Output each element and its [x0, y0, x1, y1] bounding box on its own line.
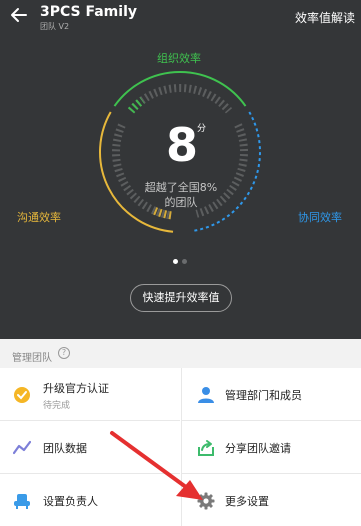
grid-item-members[interactable]: 管理部门和成员 [181, 368, 361, 421]
grid-item-label: 升级官方认证 [43, 382, 109, 395]
grid-item-certify[interactable]: 升级官方认证 待完成 [0, 368, 180, 421]
score-description: 超越了全国8%的团队 [144, 181, 218, 209]
org-track [127, 84, 233, 114]
grid-item-set-owner[interactable]: 设置负责人 [0, 474, 180, 526]
grid-item-label: 更多设置 [225, 495, 269, 508]
grid-item-label: 设置负责人 [43, 495, 98, 508]
efficiency-score: 8 [166, 118, 199, 172]
score-unit: 分 [197, 124, 207, 134]
page-dot [182, 259, 187, 264]
grid-item-label: 团队数据 [43, 442, 87, 455]
grid-item-label: 管理部门和成员 [225, 389, 302, 402]
coop-efficiency-label: 协同效率 [298, 211, 342, 224]
page-indicator [173, 259, 193, 265]
efficiency-explain-link[interactable]: 效率值解读 [295, 9, 355, 26]
seat-icon [14, 494, 30, 509]
verified-badge-icon [14, 387, 30, 403]
grid-item-more-settings[interactable]: 更多设置 [181, 474, 361, 526]
grid-item-label: 分享团队邀请 [225, 442, 291, 455]
comm-efficiency-label: 沟通效率 [17, 211, 61, 224]
header: 3PCS Family 团队 V2 效率值解读 [0, 0, 361, 36]
back-arrow-icon[interactable] [10, 6, 28, 24]
help-icon[interactable]: ? [58, 347, 70, 359]
team-title: 3PCS Family [40, 4, 137, 20]
manage-grid: 升级官方认证 待完成 管理部门和成员 团队数据 分享团队邀请 设置负责人 更多设… [0, 368, 361, 526]
page-dot-active [173, 259, 178, 264]
trend-chart-icon [13, 440, 31, 455]
efficiency-panel: 3PCS Family 团队 V2 效率值解读 组织效率 沟通效率 协同效率 8… [0, 0, 361, 339]
grid-item-status: 待完成 [43, 401, 71, 411]
person-icon [198, 387, 214, 403]
gear-icon [197, 492, 215, 510]
quick-boost-button[interactable]: 快速提升效率值 [130, 284, 232, 312]
team-subtitle: 团队 V2 [40, 22, 70, 31]
org-efficiency-label: 组织效率 [157, 52, 201, 65]
comm-outer-arc [99, 111, 174, 233]
grid-item-team-data[interactable]: 团队数据 [0, 421, 180, 474]
grid-item-share-invite[interactable]: 分享团队邀请 [181, 421, 361, 474]
share-icon [198, 440, 214, 456]
manage-section-title: 管理团队 [12, 353, 52, 364]
